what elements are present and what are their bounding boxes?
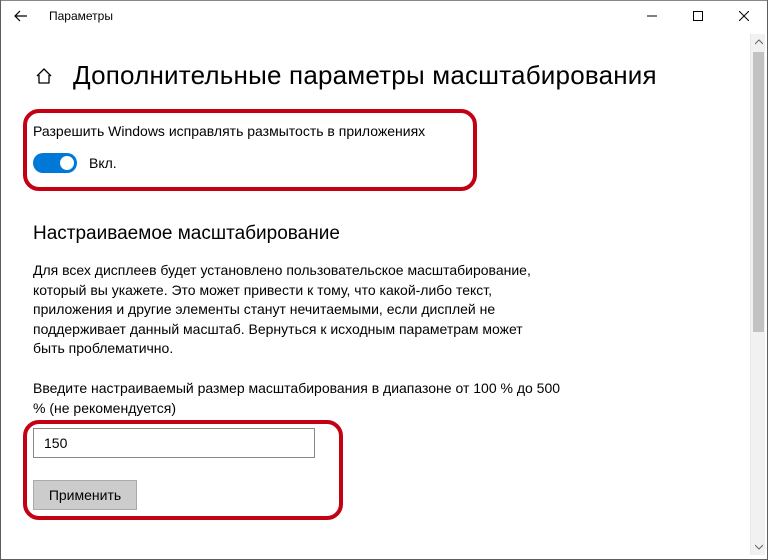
chevron-up-icon — [755, 39, 763, 45]
back-button[interactable] — [9, 4, 33, 28]
home-button[interactable] — [33, 65, 55, 87]
custom-scale-input[interactable] — [33, 428, 315, 458]
page-title: Дополнительные параметры масштабирования — [73, 60, 657, 91]
scrollbar-thumb[interactable] — [753, 52, 764, 332]
chevron-down-icon — [755, 544, 763, 550]
scroll-down-button[interactable] — [751, 539, 766, 555]
annotation-highlight — [23, 109, 477, 191]
apply-button[interactable]: Применить — [33, 480, 137, 510]
close-icon — [739, 11, 749, 21]
custom-scaling-prompt: Введите настраиваемый размер масштабиров… — [33, 379, 563, 418]
minimize-icon — [647, 11, 657, 21]
window-title: Параметры — [49, 9, 113, 23]
maximize-icon — [693, 11, 703, 21]
vertical-scrollbar[interactable] — [750, 34, 765, 555]
home-icon — [34, 66, 54, 86]
close-button[interactable] — [721, 1, 767, 31]
arrow-left-icon — [14, 9, 28, 23]
fix-blur-toggle[interactable] — [33, 153, 77, 173]
scroll-up-button[interactable] — [751, 34, 766, 50]
custom-scaling-heading: Настраиваемое масштабирование — [33, 223, 735, 245]
fix-blur-label: Разрешить Windows исправлять размытость … — [33, 123, 735, 139]
maximize-button[interactable] — [675, 1, 721, 31]
titlebar: Параметры — [1, 0, 767, 30]
minimize-button[interactable] — [629, 1, 675, 31]
toggle-knob — [60, 156, 74, 170]
custom-scaling-description: Для всех дисплеев будет установлено поль… — [33, 261, 553, 359]
fix-blur-section: Разрешить Windows исправлять размытость … — [33, 115, 735, 183]
fix-blur-toggle-status: Вкл. — [89, 155, 117, 171]
custom-scaling-input-area: Применить — [33, 428, 735, 510]
